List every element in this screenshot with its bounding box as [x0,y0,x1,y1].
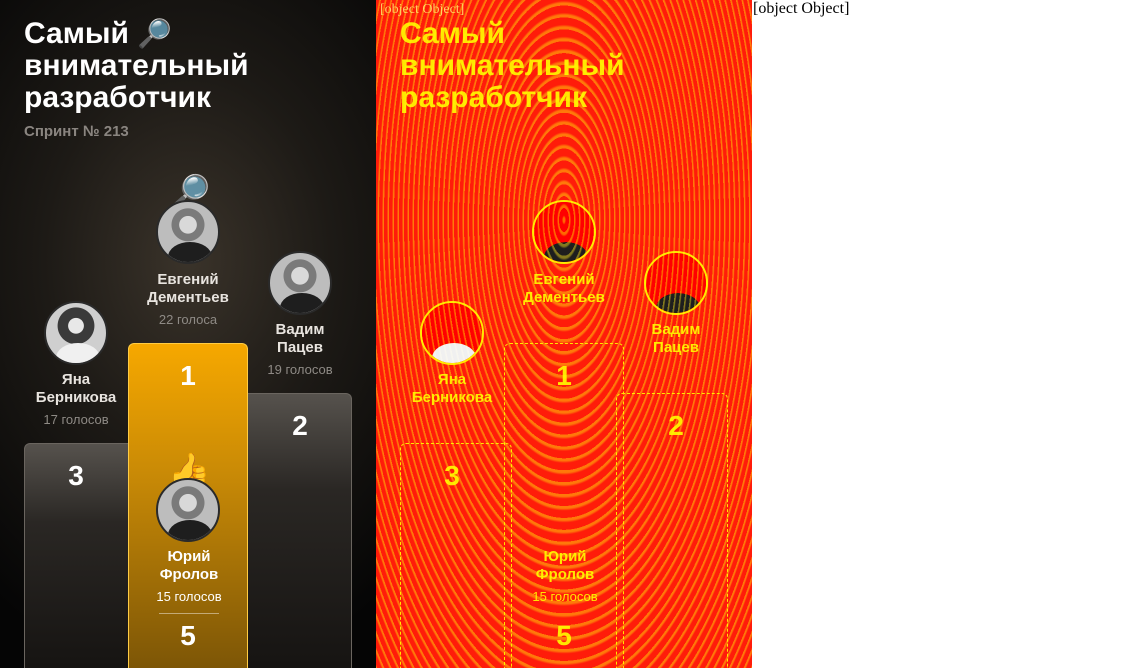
current-user-name: Юрий Фролов [129,548,249,584]
object-label: [object Object] [753,0,850,17]
card-title: Самый 🔎 внимательный разработчик [24,18,344,114]
podium-first: 1 👍 Юрий Фролов 15 голосов 5 [128,343,248,668]
diff-second-last-name: Пацев [653,339,699,356]
diff-first-number: 1 [556,360,572,391]
diff-second-place-name: Вадим Пацев [616,321,736,357]
title-line-1: Самый [24,17,129,50]
diff-first-last-name: Дементьев [523,289,605,306]
third-place-votes: 17 голосов [43,412,109,427]
first-place-first-name: Евгений [157,271,219,288]
title-line-3: разработчик [24,81,211,114]
diff-object-label: [object Object] [380,2,465,17]
podium-third: 3 [24,443,136,668]
diff-third-number: 3 [444,460,460,491]
current-user-first-name: Юрий [167,548,211,565]
second-place-name: Вадим Пацев [240,321,360,357]
diff-current-votes: 15 голосов [532,589,598,604]
third-place-name: Яна Берникова [16,371,136,407]
diff-card-title: Самый внимательный разработчик [400,18,720,114]
diff-current-first-name: Юрий [543,548,587,565]
first-place-number: 1 [180,360,196,391]
diff-title-line-2: внимательный [400,49,625,82]
magnifier-icon: 🔎 [137,18,173,49]
diff-overlay-panel: Самый внимательный разработчик Евгений Д… [376,0,752,668]
avatar-current-user[interactable] [156,478,220,542]
diff-title-line-1: Самый [400,17,505,50]
second-place-number: 2 [292,410,308,441]
second-place-first-name: Вадим [275,321,325,338]
diff-podium-second: 2 [616,393,728,668]
leaderboard-content: Самый 🔎 внимательный разработчик Спринт … [0,0,376,668]
sprint-label: Спринт № 213 [24,123,129,140]
diff-avatar-third [420,301,484,365]
current-user-divider [159,613,219,614]
diff-second-first-name: Вадим [651,321,701,338]
diff-title-line-3: разработчик [400,81,587,114]
avatar-first-place[interactable] [156,200,220,264]
third-place-last-name: Берникова [35,389,117,406]
avatar-second-place[interactable] [268,251,332,315]
current-user-last-name: Фролов [159,566,219,583]
diff-second-number: 2 [668,410,684,441]
avatar-third-place[interactable] [44,301,108,365]
diff-podium-third: 3 [400,443,512,668]
second-place-last-name: Пацев [277,339,323,356]
diff-podium-first: 1 Юрий Фролов 15 голосов 5 [504,343,624,668]
title-line-2: внимательный [24,49,249,82]
diff-content: Самый внимательный разработчик Евгений Д… [376,0,752,668]
podium-second: 2 [240,393,352,668]
diff-third-place-name: Яна Берникова [392,371,512,407]
current-user-place: 5 [180,620,196,651]
diff-first-first-name: Евгений [533,271,595,288]
third-place-first-name: Яна [61,371,91,388]
diff-current-last-name: Фролов [535,566,595,583]
diff-third-first-name: Яна [437,371,467,388]
diff-current-place: 5 [556,620,572,651]
diff-current-user-name: Юрий Фролов [505,548,625,584]
first-place-last-name: Дементьев [147,289,229,306]
diff-first-place-name: Евгений Дементьев [504,271,624,307]
first-place-votes: 22 голоса [158,312,218,327]
diff-avatar-second [644,251,708,315]
second-place-votes: 19 голосов [267,362,333,377]
third-place-number: 3 [68,460,84,491]
current-user-votes: 15 голосов [156,589,222,604]
leaderboard-card: Самый 🔎 внимательный разработчик Спринт … [0,0,376,668]
diff-third-last-name: Берникова [411,389,493,406]
diff-avatar-first [532,200,596,264]
first-place-name: Евгений Дементьев [128,271,248,307]
